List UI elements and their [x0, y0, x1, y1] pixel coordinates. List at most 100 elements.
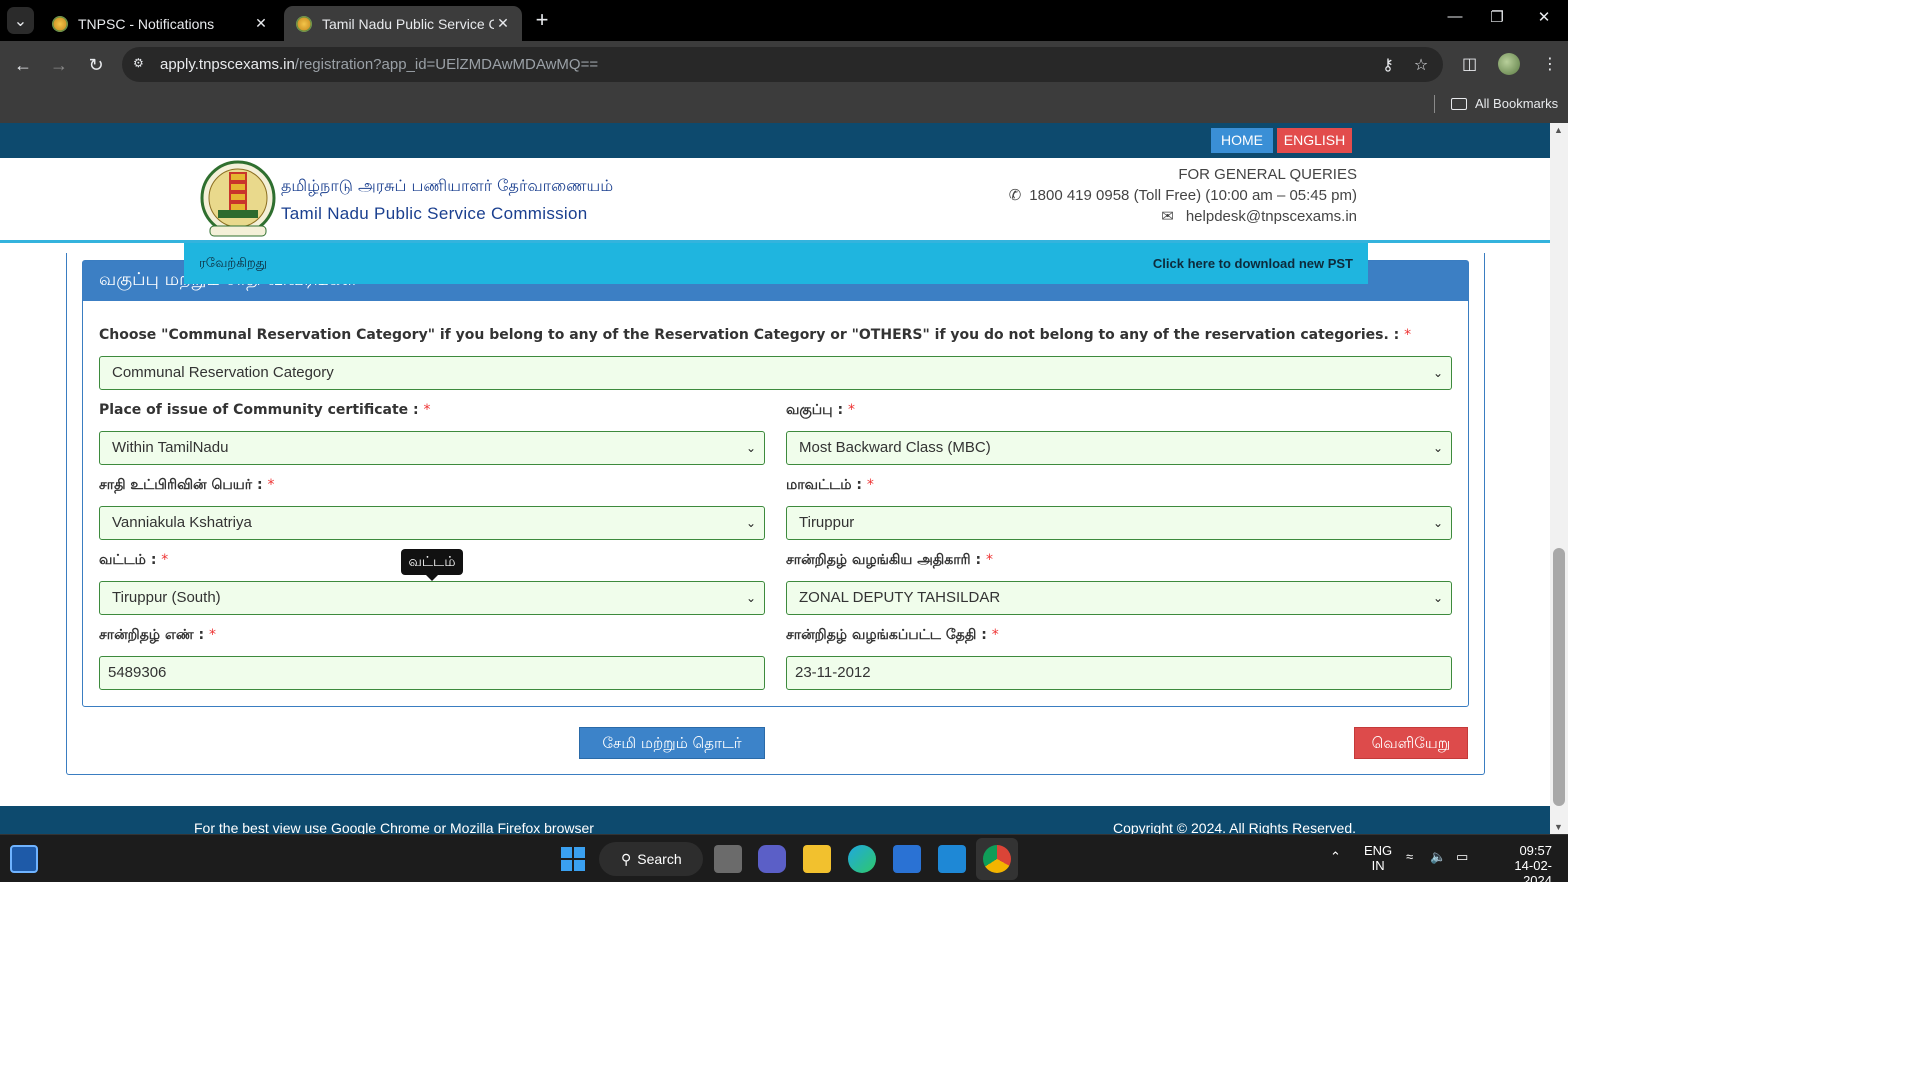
- l-app-icon[interactable]: [938, 845, 966, 873]
- class-label: வகுப்பு : *: [786, 402, 855, 420]
- folder-icon: [1451, 97, 1467, 110]
- phone-text: 1800 419 0958 (Toll Free) (10:00 am – 05…: [1029, 186, 1357, 204]
- issuing-authority-label: சான்றிதழ் வழங்கிய அதிகாரி : *: [786, 552, 993, 570]
- restore-icon[interactable]: ❐: [1487, 8, 1507, 26]
- profile-avatar[interactable]: [1498, 53, 1520, 75]
- close-icon[interactable]: ✕: [252, 15, 270, 32]
- chevron-down-icon: ⌄: [1432, 591, 1443, 605]
- tab-tnpsc-registration[interactable]: Tamil Nadu Public Service Comm ✕: [284, 6, 522, 41]
- language-button[interactable]: ENGLISH: [1277, 128, 1352, 153]
- caste-select[interactable]: Vanniakula Kshatriya ⌄: [99, 506, 765, 540]
- page-scrollbar[interactable]: ▲ ▼: [1550, 123, 1568, 834]
- chrome-active-slot[interactable]: [976, 838, 1018, 880]
- taluk-tooltip: வட்டம்: [401, 549, 463, 581]
- wifi-icon[interactable]: ≈: [1406, 849, 1413, 864]
- email-text: helpdesk@tnpscexams.in: [1185, 207, 1357, 225]
- forward-arrow-icon[interactable]: →: [46, 52, 72, 78]
- all-bookmarks-label: All Bookmarks: [1475, 96, 1559, 111]
- browser-recommendation-text: For the best view use Google Chrome or M…: [194, 820, 594, 834]
- tn-government-emblem-icon: [200, 160, 276, 237]
- volume-icon[interactable]: 🔈: [1430, 849, 1446, 865]
- class-select[interactable]: Most Backward Class (MBC) ⌄: [786, 431, 1452, 465]
- certificate-number-input[interactable]: 5489306: [99, 656, 765, 690]
- general-queries-title: FOR GENERAL QUERIES: [1178, 166, 1357, 183]
- issuing-authority-select[interactable]: ZONAL DEPUTY TAHSILDAR ⌄: [786, 581, 1452, 615]
- back-arrow-icon[interactable]: ←: [10, 52, 36, 78]
- widgets-icon[interactable]: [10, 845, 38, 873]
- label-text: வட்டம் :: [99, 552, 157, 568]
- exit-button[interactable]: வெளியேறு: [1354, 727, 1468, 759]
- menu-kebab-icon[interactable]: ⋮: [1542, 54, 1558, 74]
- label-text: சான்றிதழ் வழங்கப்பட்ட தேதி :: [786, 627, 987, 643]
- phone-icon: ✆: [1008, 187, 1022, 204]
- clock-time: 09:57: [1519, 843, 1552, 858]
- required-asterisk: *: [267, 477, 275, 493]
- select-value: Tiruppur (South): [112, 589, 221, 606]
- place-of-issue-select[interactable]: Within TamilNadu ⌄: [99, 431, 765, 465]
- chevron-down-icon: ⌄: [1432, 366, 1443, 380]
- side-panel-icon[interactable]: ◫: [1462, 54, 1477, 74]
- required-asterisk: *: [1404, 327, 1412, 343]
- reload-icon[interactable]: ↻: [83, 52, 109, 78]
- close-icon[interactable]: ✕: [494, 15, 512, 32]
- windows-start-icon[interactable]: [560, 846, 586, 872]
- teams-chat-icon[interactable]: [758, 845, 786, 873]
- task-view-icon[interactable]: [714, 845, 742, 873]
- window-close-icon[interactable]: ✕: [1534, 8, 1554, 26]
- select-value: ZONAL DEPUTY TAHSILDAR: [799, 589, 1001, 606]
- required-asterisk: *: [866, 477, 874, 493]
- taskbar-search[interactable]: ⚲ Search: [599, 842, 703, 876]
- tab-title: Tamil Nadu Public Service Comm: [322, 15, 494, 32]
- district-label: மாவட்டம் : *: [786, 477, 874, 495]
- org-name-english: Tamil Nadu Public Service Commission: [281, 204, 588, 223]
- lang-top: ENG: [1364, 843, 1393, 858]
- input-language-indicator[interactable]: ENG IN: [1364, 843, 1392, 873]
- lang-bottom: IN: [1371, 858, 1385, 873]
- tray-overflow-chevron-icon[interactable]: ⌃: [1330, 849, 1341, 865]
- search-label: Search: [637, 851, 682, 867]
- tab-tnpsc-notifications[interactable]: TNPSC - Notifications ✕: [40, 6, 280, 41]
- scroll-up-icon[interactable]: ▲: [1554, 125, 1563, 135]
- clock[interactable]: 09:57 14-02-2024: [1488, 843, 1552, 888]
- district-select[interactable]: Tiruppur ⌄: [786, 506, 1452, 540]
- url-host: apply.tnpscexams.in: [160, 56, 295, 73]
- tab-search-button[interactable]: ⌄: [7, 7, 34, 34]
- url-text: apply.tnpscexams.in/registration?app_id=…: [160, 56, 598, 73]
- site-info-icon[interactable]: ⚙: [133, 56, 149, 72]
- microsoft-store-icon[interactable]: [893, 845, 921, 873]
- select-value: Within TamilNadu: [112, 439, 229, 456]
- required-asterisk: *: [991, 627, 999, 643]
- tnpsc-favicon-icon: [52, 15, 68, 32]
- chevron-down-icon: ⌄: [13, 12, 28, 30]
- helpdesk-email[interactable]: ✉ helpdesk@tnpscexams.in: [1161, 207, 1357, 226]
- tnpsc-favicon-icon: [296, 15, 312, 32]
- label-text: சான்றிதழ் எண் :: [99, 627, 205, 643]
- password-key-icon[interactable]: ⚷: [1378, 55, 1398, 75]
- all-bookmarks-button[interactable]: All Bookmarks: [1451, 96, 1558, 111]
- new-tab-plus-icon[interactable]: +: [531, 9, 553, 31]
- home-button[interactable]: HOME: [1211, 128, 1273, 153]
- label-text: சான்றிதழ் வழங்கிய அதிகாரி :: [786, 552, 982, 568]
- label-text: Choose "Communal Reservation Category" i…: [99, 327, 1400, 343]
- edge-browser-icon[interactable]: [848, 845, 876, 873]
- scrollbar-thumb[interactable]: [1553, 548, 1565, 806]
- address-bar[interactable]: ⚙ apply.tnpscexams.in/registration?app_i…: [122, 47, 1443, 82]
- windows-taskbar: ⚲ Search ⌃ ENG IN ≈ 🔈 ▭ 09:57 14-02-2024: [0, 834, 1568, 888]
- certificate-date-input[interactable]: 23-11-2012: [786, 656, 1452, 690]
- bookmark-star-icon[interactable]: ☆: [1411, 55, 1431, 75]
- file-explorer-icon[interactable]: [803, 845, 831, 873]
- battery-icon[interactable]: ▭: [1456, 849, 1468, 865]
- browser-toolbar: ← → ↻ ⚙ apply.tnpscexams.in/registration…: [0, 41, 1568, 88]
- save-and-continue-button[interactable]: சேமி மற்றும் தொடர்: [579, 727, 765, 759]
- taluk-select[interactable]: Tiruppur (South) ⌄: [99, 581, 765, 615]
- select-value: Tiruppur: [799, 514, 855, 531]
- bookmarks-divider: [1434, 95, 1435, 113]
- reservation-category-select[interactable]: Communal Reservation Category ⌄: [99, 356, 1452, 390]
- chrome-icon: [983, 845, 1011, 873]
- download-pst-link[interactable]: Click here to download new PST: [1153, 256, 1353, 271]
- site-header: தமிழ்நாடு அரசுப் பணியாளர் தேர்வாணையம் Ta…: [0, 158, 1550, 243]
- top-nav-strip: HOME ENGLISH: [0, 123, 1550, 158]
- scroll-down-icon[interactable]: ▼: [1554, 822, 1563, 832]
- required-asterisk: *: [985, 552, 993, 568]
- minimize-icon[interactable]: —: [1445, 8, 1465, 25]
